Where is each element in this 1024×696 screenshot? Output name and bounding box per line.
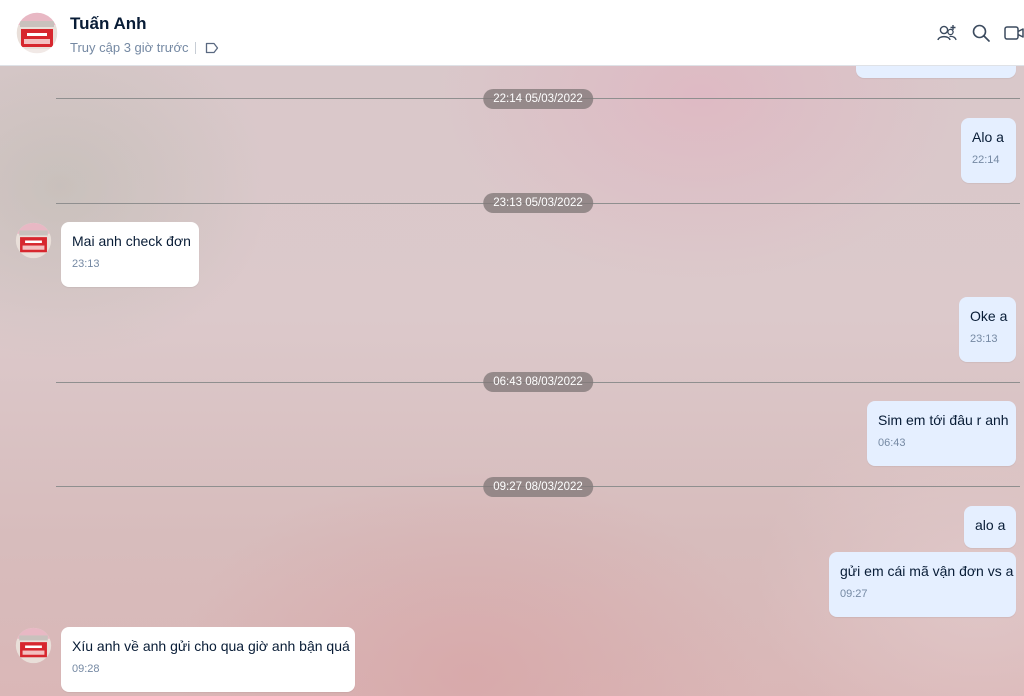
sender-avatar[interactable] <box>15 222 52 259</box>
last-seen-status: Truy cập 3 giờ trước <box>70 40 189 55</box>
contact-status-row: Truy cập 3 giờ trước <box>70 40 219 55</box>
message-bubble-sent[interactable]: Alo a 22:14 <box>961 118 1016 183</box>
message-time: 09:27 <box>840 588 868 600</box>
message-bubble-received[interactable]: Xíu anh về anh gửi cho qua giờ anh bận q… <box>61 627 355 692</box>
message-time: 22:14 <box>972 154 1000 166</box>
video-call-icon[interactable] <box>1004 22 1024 44</box>
date-separator: 23:13 05/03/2022 <box>483 193 593 213</box>
message-list[interactable]: 22:14 05/03/2022 Alo a 22:14 23:13 05/03… <box>0 66 1024 696</box>
search-icon[interactable] <box>970 22 992 44</box>
message-text: Mai anh check đơn <box>72 233 191 249</box>
date-separator: 22:14 05/03/2022 <box>483 89 593 109</box>
message-text: Sim em tới đâu r anh <box>878 412 1009 428</box>
message-text: alo a <box>975 517 1006 533</box>
message-text: Alo a <box>972 129 1004 145</box>
status-separator <box>195 41 197 54</box>
message-bubble-sent[interactable]: Oke a 23:13 <box>959 297 1016 362</box>
message-text: Xíu anh về anh gửi cho qua giờ anh bận q… <box>72 638 350 654</box>
sender-avatar[interactable] <box>15 627 52 664</box>
message-text: Oke a <box>970 308 1008 324</box>
date-separator: 06:43 08/03/2022 <box>483 372 593 392</box>
message-bubble-sent[interactable]: Sim em tới đâu r anh 06:43 <box>867 401 1016 466</box>
message-text: gửi em cái mã vận đơn vs a <box>840 563 1014 579</box>
message-bubble-sent[interactable]: alo a <box>964 506 1016 548</box>
message-bubble-received[interactable]: Mai anh check đơn 23:13 <box>61 222 199 287</box>
tag-icon[interactable] <box>205 42 219 54</box>
message-bubble-partial[interactable] <box>856 66 1016 78</box>
add-member-icon[interactable] <box>936 22 958 44</box>
message-time: 06:43 <box>878 437 906 449</box>
contact-avatar[interactable] <box>15 11 59 55</box>
chat-header: Tuấn Anh Truy cập 3 giờ trước <box>0 0 1024 66</box>
date-separator: 09:27 08/03/2022 <box>483 477 593 497</box>
message-time: 09:28 <box>72 663 100 675</box>
contact-name[interactable]: Tuấn Anh <box>70 14 146 34</box>
message-bubble-sent[interactable]: gửi em cái mã vận đơn vs a 09:27 <box>829 552 1016 617</box>
message-time: 23:13 <box>970 333 998 345</box>
message-time: 23:13 <box>72 258 100 270</box>
